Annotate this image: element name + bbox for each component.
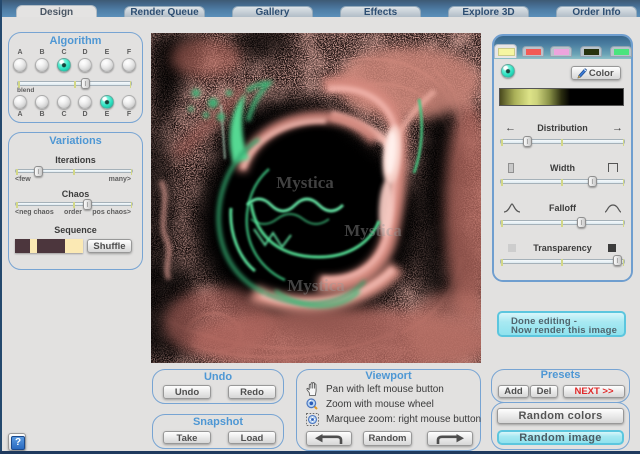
svg-text:Mystica: Mystica <box>344 221 402 240</box>
svg-text:Mystica: Mystica <box>276 173 334 192</box>
svg-text:Mystica: Mystica <box>287 276 345 295</box>
